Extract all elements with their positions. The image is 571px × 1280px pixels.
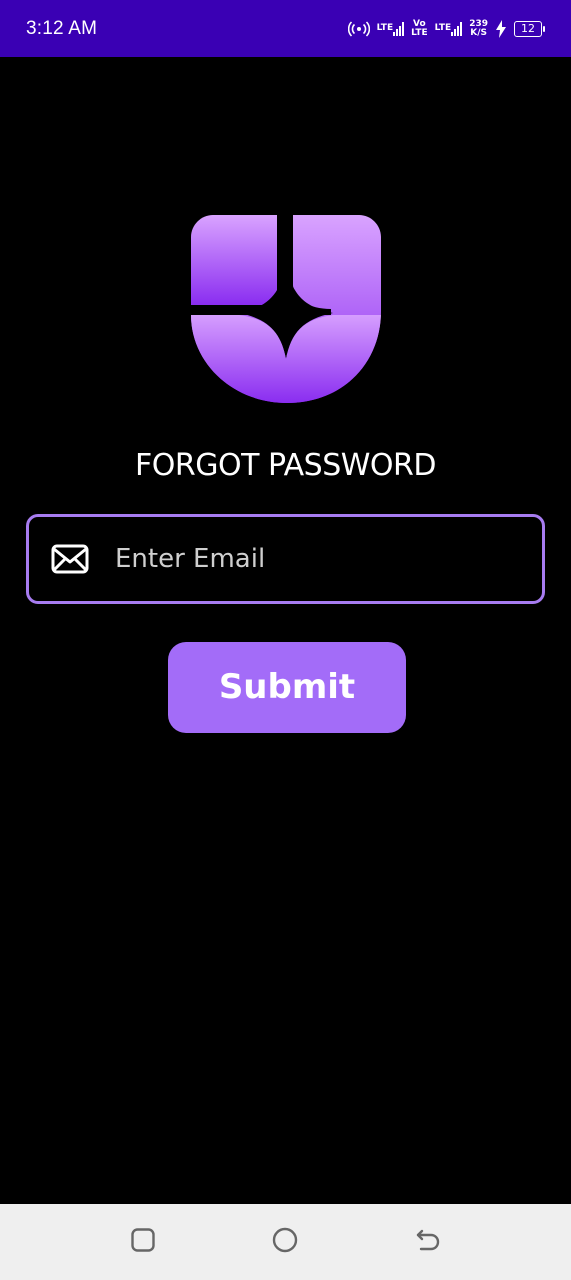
status-time: 3:12 AM xyxy=(26,17,98,39)
email-field[interactable] xyxy=(26,514,545,604)
lte-label-1: LTE xyxy=(376,23,394,33)
lte-signal-1: LTE xyxy=(376,21,405,36)
email-input[interactable] xyxy=(113,543,497,575)
lte-signal-2: LTE xyxy=(434,21,463,36)
charging-bolt-icon xyxy=(495,19,507,38)
battery-tip xyxy=(543,25,545,32)
signal-bars-icon xyxy=(451,21,463,36)
net-speed-unit: K/S xyxy=(470,27,487,38)
lte-label-2: LTE xyxy=(434,23,452,33)
recents-square-icon xyxy=(130,1227,156,1258)
status-icons: LTE Vo LTE LTE 239 K/S 12 xyxy=(347,19,545,38)
hotspot-icon xyxy=(347,20,370,37)
back-arrow-icon xyxy=(415,1227,441,1258)
battery-level: 12 xyxy=(514,20,542,37)
nav-home-button[interactable] xyxy=(255,1204,315,1280)
app-logo xyxy=(191,215,381,403)
signal-bars-icon xyxy=(393,21,405,36)
navigation-bar xyxy=(0,1204,571,1280)
mail-icon xyxy=(51,543,89,575)
battery-indicator: 12 xyxy=(514,20,545,37)
status-bar: 3:12 AM LTE Vo LTE LTE 239 K/S 12 xyxy=(0,0,571,57)
submit-button[interactable]: Submit xyxy=(168,642,406,733)
forgot-password-screen: 3:12 AM LTE Vo LTE LTE 239 K/S 12 FORGOT… xyxy=(0,0,571,1280)
nav-recents-button[interactable] xyxy=(113,1204,173,1280)
volte-bottom: LTE xyxy=(411,27,428,38)
nav-back-button[interactable] xyxy=(398,1204,458,1280)
home-circle-icon xyxy=(271,1226,299,1259)
page-title: FORGOT PASSWORD xyxy=(135,448,436,483)
volte-indicator: Vo LTE xyxy=(411,19,428,38)
net-speed: 239 K/S xyxy=(469,19,488,38)
